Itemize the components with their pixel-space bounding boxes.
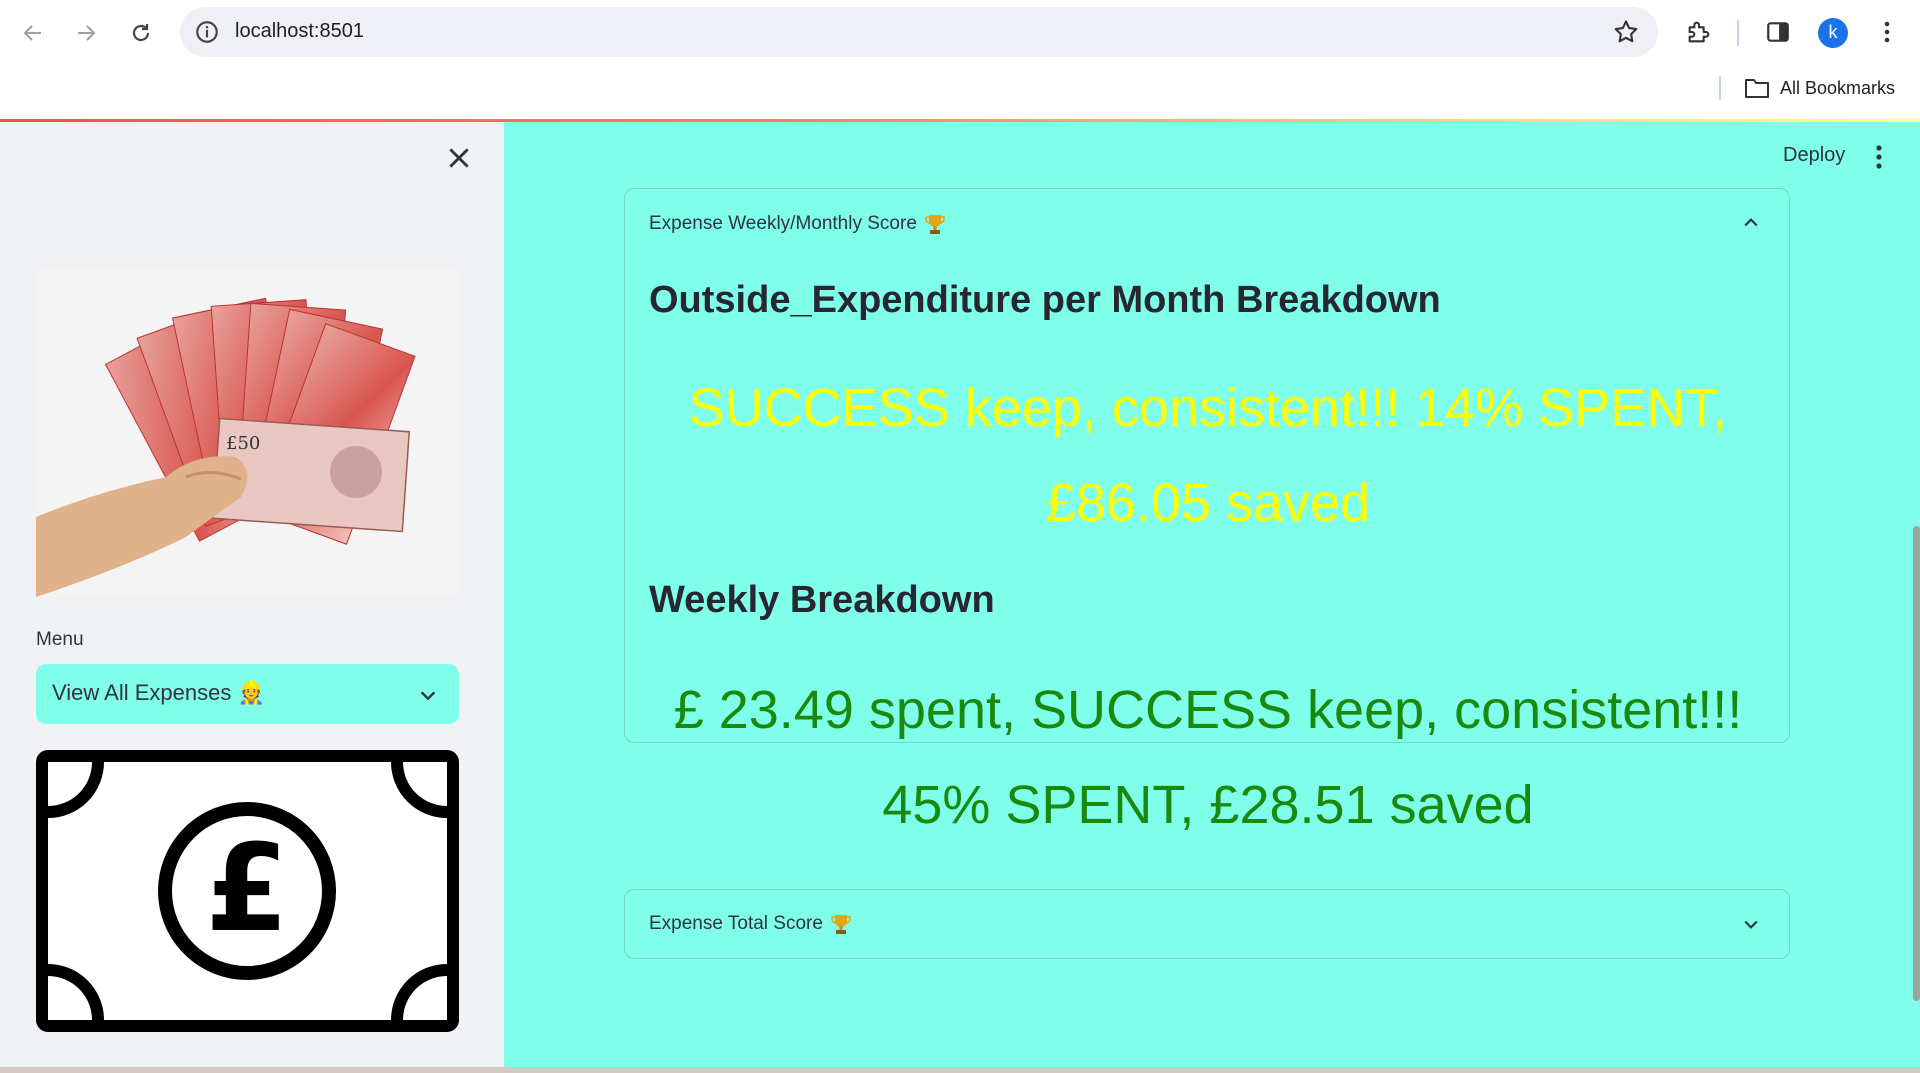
arrow-right-icon (78, 25, 96, 41)
bookmark-star-icon[interactable] (1612, 18, 1640, 46)
kebab-menu-icon (1884, 21, 1890, 43)
chevron-up-icon[interactable] (1741, 213, 1761, 233)
app-menu-icon[interactable] (1873, 143, 1885, 171)
side-panel-icon (1767, 22, 1789, 42)
svg-text:£: £ (205, 820, 289, 959)
main-content: Deploy Expense Weekly/Monthly Score Outs… (504, 122, 1920, 1067)
trophy-icon (831, 915, 851, 934)
svg-text:£50: £50 (226, 433, 260, 454)
weekly-monthly-expander: Expense Weekly/Monthly Score Outside_Exp… (624, 188, 1790, 835)
reload-button[interactable] (122, 14, 160, 52)
total-score-expander-title: Expense Total Score (649, 913, 823, 934)
menu-label: Menu (36, 629, 84, 650)
puzzle-icon (1688, 21, 1710, 43)
menu-select[interactable]: View All Expenses 👷 (36, 664, 459, 724)
close-sidebar-icon[interactable] (446, 145, 472, 171)
address-bar[interactable]: localhost:8501 (180, 7, 1658, 57)
weekly-breakdown-heading: Weekly Breakdown (649, 579, 995, 621)
monthly-score-message: SUCCESS keep, consistent!!! 14% SPENT, £… (688, 378, 1728, 533)
monthly-breakdown-heading: Outside_Expenditure per Month Breakdown (649, 279, 1441, 321)
back-button[interactable] (14, 14, 52, 52)
profile-avatar[interactable]: k (1818, 18, 1848, 48)
bookmarks-divider (1719, 76, 1721, 100)
total-score-expander-header[interactable]: Expense Total Score (649, 913, 851, 935)
forward-button[interactable] (67, 14, 105, 52)
weekly-score-message: £ 23.49 spent, SUCCESS keep, consistent!… (673, 680, 1743, 835)
deploy-button[interactable]: Deploy (1783, 144, 1845, 167)
menu-select-value: View All Expenses 👷 (52, 680, 265, 705)
extensions-button[interactable] (1683, 16, 1715, 48)
browser-menu-button[interactable] (1871, 16, 1903, 48)
folder-icon (1745, 79, 1769, 98)
pound-banknote-icon: £ (36, 750, 459, 1032)
window-bottom-edge (0, 1067, 1920, 1073)
weekly-monthly-expander-title: Expense Weekly/Monthly Score (649, 213, 917, 234)
main-scrollbar[interactable] (1913, 526, 1920, 1001)
browser-chrome: localhost:8501 k All Bookmarks (0, 0, 1920, 120)
weekly-monthly-expander-header[interactable]: Expense Weekly/Monthly Score (649, 213, 945, 235)
chevron-down-icon[interactable] (1741, 914, 1761, 934)
reload-icon (132, 24, 150, 42)
trophy-icon (925, 215, 945, 234)
side-panel-button[interactable] (1762, 16, 1794, 48)
banknotes-fan-image: £50 (36, 297, 416, 597)
toolbar-divider (1737, 20, 1739, 46)
site-info-icon[interactable] (194, 19, 220, 45)
chevron-down-icon (420, 691, 436, 701)
money-image: £50 (36, 267, 459, 597)
all-bookmarks-button[interactable]: All Bookmarks (1744, 76, 1895, 100)
all-bookmarks-label: All Bookmarks (1780, 77, 1896, 98)
total-score-expander[interactable]: Expense Total Score (624, 889, 1790, 959)
url-text[interactable]: localhost:8501 (235, 20, 364, 43)
sidebar: £50 Menu View All Expenses 👷 £ (0, 122, 504, 1067)
arrow-left-icon (23, 25, 41, 41)
